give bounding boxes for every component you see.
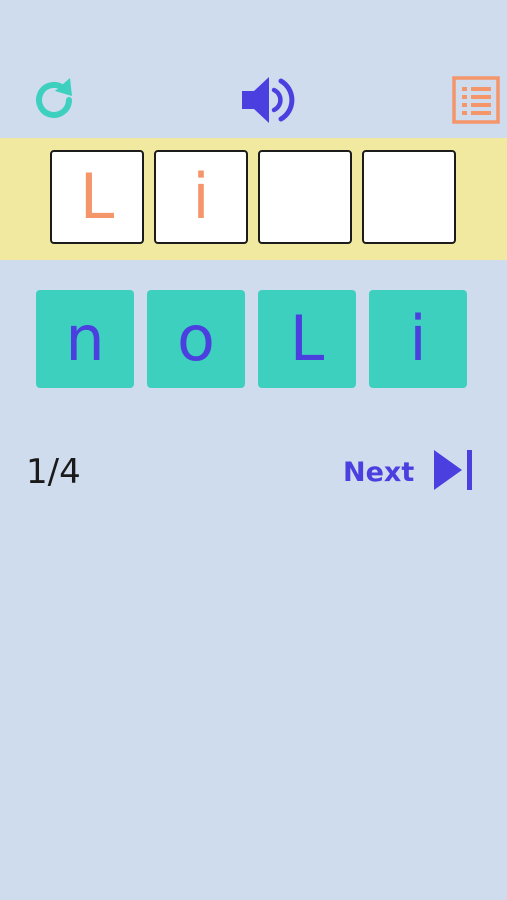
- answer-slot-3[interactable]: [258, 150, 352, 244]
- letter-tile-3[interactable]: L: [258, 290, 356, 388]
- letter-tile-2[interactable]: o: [147, 290, 245, 388]
- answer-slot-4[interactable]: [362, 150, 456, 244]
- skip-next-icon: [434, 450, 472, 490]
- toolbar: [0, 70, 507, 130]
- progress-counter: 1/4: [26, 452, 81, 492]
- next-button[interactable]: Next: [340, 448, 480, 496]
- reload-icon: [36, 78, 72, 118]
- sound-button[interactable]: [238, 70, 298, 130]
- list-icon: [452, 76, 500, 124]
- answer-slot-2[interactable]: i: [154, 150, 248, 244]
- next-label: Next: [343, 456, 415, 488]
- answer-slot-1[interactable]: L: [50, 150, 144, 244]
- reload-button[interactable]: [24, 70, 84, 130]
- letter-tile-1[interactable]: n: [36, 290, 134, 388]
- word-list-button[interactable]: [446, 70, 506, 130]
- speaker-icon: [242, 77, 295, 123]
- letter-tile-4[interactable]: i: [369, 290, 467, 388]
- answer-area: L i: [0, 138, 507, 260]
